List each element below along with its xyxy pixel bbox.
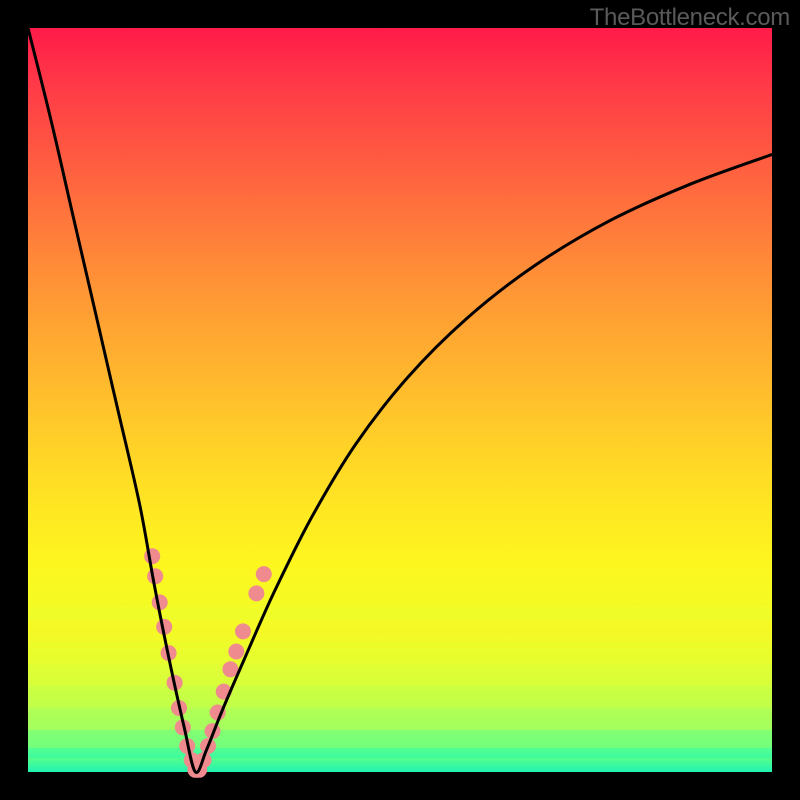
highlight-dot <box>235 623 251 639</box>
highlight-dot <box>248 585 264 601</box>
outer-frame: TheBottleneck.com <box>0 0 800 800</box>
watermark-text: TheBottleneck.com <box>590 4 790 32</box>
chart-svg <box>28 28 772 772</box>
highlight-dot <box>256 566 272 582</box>
bottleneck-curve <box>28 28 772 773</box>
plot-area <box>28 28 772 772</box>
highlight-dot <box>144 548 160 564</box>
highlight-dot <box>228 644 244 660</box>
